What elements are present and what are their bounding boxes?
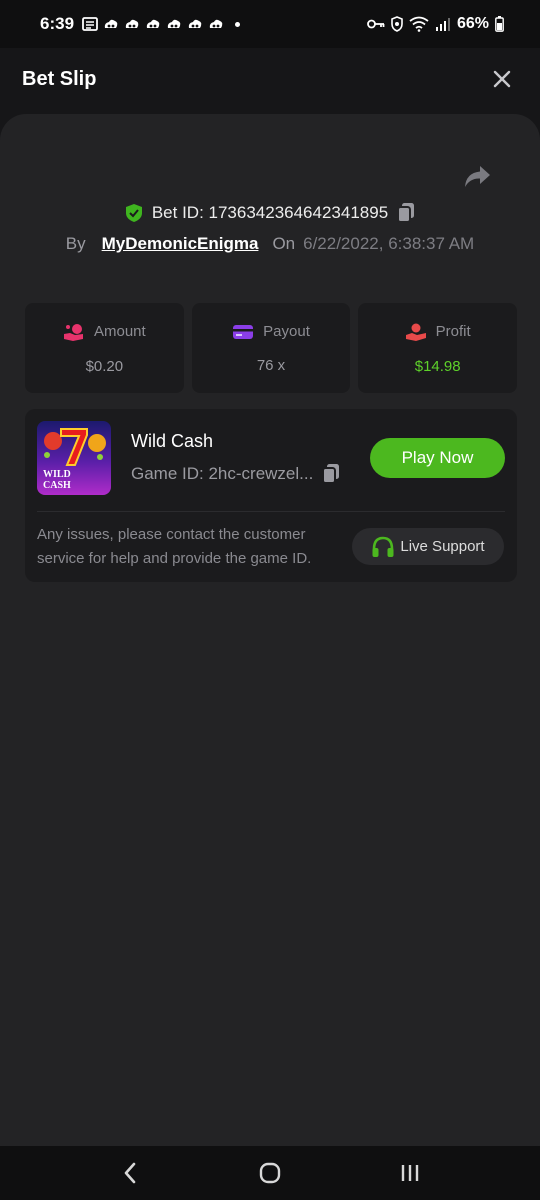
stat-amount: Amount $0.20 — [25, 303, 184, 393]
live-support-label: Live Support — [400, 538, 485, 555]
stat-payout: Payout 76 x — [191, 303, 351, 393]
cloud-icon — [167, 19, 181, 28]
battery-icon — [495, 16, 504, 32]
status-bar: 6:39 66% — [0, 0, 540, 48]
system-nav-bar — [0, 1146, 540, 1200]
game-thumbnail[interactable]: WILD CASH — [37, 421, 111, 495]
thumb-title-line1: WILD — [43, 469, 71, 480]
home-icon — [259, 1162, 281, 1184]
stat-profit-head: Profit — [405, 322, 471, 342]
bet-id-row: Bet ID: 1736342364642341895 — [0, 202, 540, 224]
on-label: On — [272, 234, 296, 253]
wifi-icon — [409, 16, 429, 32]
notification-icons — [82, 17, 241, 31]
close-button[interactable] — [486, 63, 518, 95]
cloud-icon — [104, 19, 118, 28]
page-title: Bet Slip — [22, 67, 97, 90]
coins-hand-icon — [63, 323, 83, 341]
bet-id: Bet ID: 1736342364642341895 — [151, 203, 389, 222]
more-notifications-dot — [235, 21, 241, 27]
stat-label: Payout — [263, 323, 310, 340]
stat-payout-head: Payout — [232, 323, 310, 341]
news-icon — [82, 17, 98, 31]
battery-percent: 66% — [456, 15, 489, 32]
game-card: WILD CASH Wild Cash Game ID: 2hc-crewzel… — [25, 409, 517, 582]
stat-label: Profit — [435, 323, 471, 340]
cloud-icon — [188, 19, 202, 28]
verified-shield-icon — [125, 204, 142, 222]
recents-icon — [401, 1165, 419, 1181]
stats-row: Amount $0.20 Payout 76 x Profit $14.98 — [25, 303, 518, 393]
divider — [37, 511, 505, 512]
key-icon — [367, 19, 385, 29]
by-label: By — [65, 234, 86, 253]
cloud-icon — [209, 19, 223, 28]
copy-game-id-icon[interactable] — [321, 463, 341, 485]
stat-value: $0.20 — [85, 357, 124, 375]
play-now-button[interactable]: Play Now — [370, 438, 505, 478]
stat-value: 76 x — [256, 356, 286, 374]
cloud-icon — [125, 19, 139, 28]
nav-home-button[interactable] — [250, 1153, 290, 1193]
thumb-title-line2: CASH — [43, 480, 71, 491]
game-id: Game ID: 2hc-crewzel... — [131, 464, 314, 483]
support-message: Any issues, please contact the customer … — [37, 526, 312, 567]
close-icon — [493, 70, 511, 88]
status-right: 66% — [367, 15, 504, 33]
headset-icon — [372, 536, 394, 557]
game-name: Wild Cash — [131, 431, 214, 451]
nav-back-button[interactable] — [110, 1153, 150, 1193]
share-icon[interactable] — [462, 164, 492, 190]
bet-slip-sheet: Bet ID: 1736342364642341895 By MyDemonic… — [0, 114, 540, 1146]
username-link[interactable]: MyDemonicEnigma — [102, 234, 259, 254]
live-support-button[interactable]: Live Support — [352, 528, 504, 565]
game-id-row: Game ID: 2hc-crewzel... — [131, 463, 341, 485]
profit-hand-icon — [405, 323, 426, 341]
signal-icon — [435, 18, 450, 31]
stat-profit: Profit $14.98 — [358, 303, 518, 393]
cloud-icon — [146, 19, 160, 28]
status-time: 6:39 — [40, 14, 75, 33]
card-icon — [233, 324, 254, 339]
stat-label: Amount — [93, 323, 146, 340]
bet-date: 6/22/2022, 6:38:37 AM — [303, 234, 475, 253]
stat-value: $14.98 — [414, 357, 461, 375]
back-chevron-icon — [124, 1162, 136, 1184]
header: Bet Slip — [0, 48, 540, 110]
bet-meta-row: By MyDemonicEnigma On 6/22/2022, 6:38:37… — [0, 234, 540, 254]
security-icon — [391, 16, 403, 32]
nav-recents-button[interactable] — [390, 1153, 430, 1193]
copy-bet-id-icon[interactable] — [396, 202, 416, 224]
stat-amount-head: Amount — [63, 322, 146, 342]
